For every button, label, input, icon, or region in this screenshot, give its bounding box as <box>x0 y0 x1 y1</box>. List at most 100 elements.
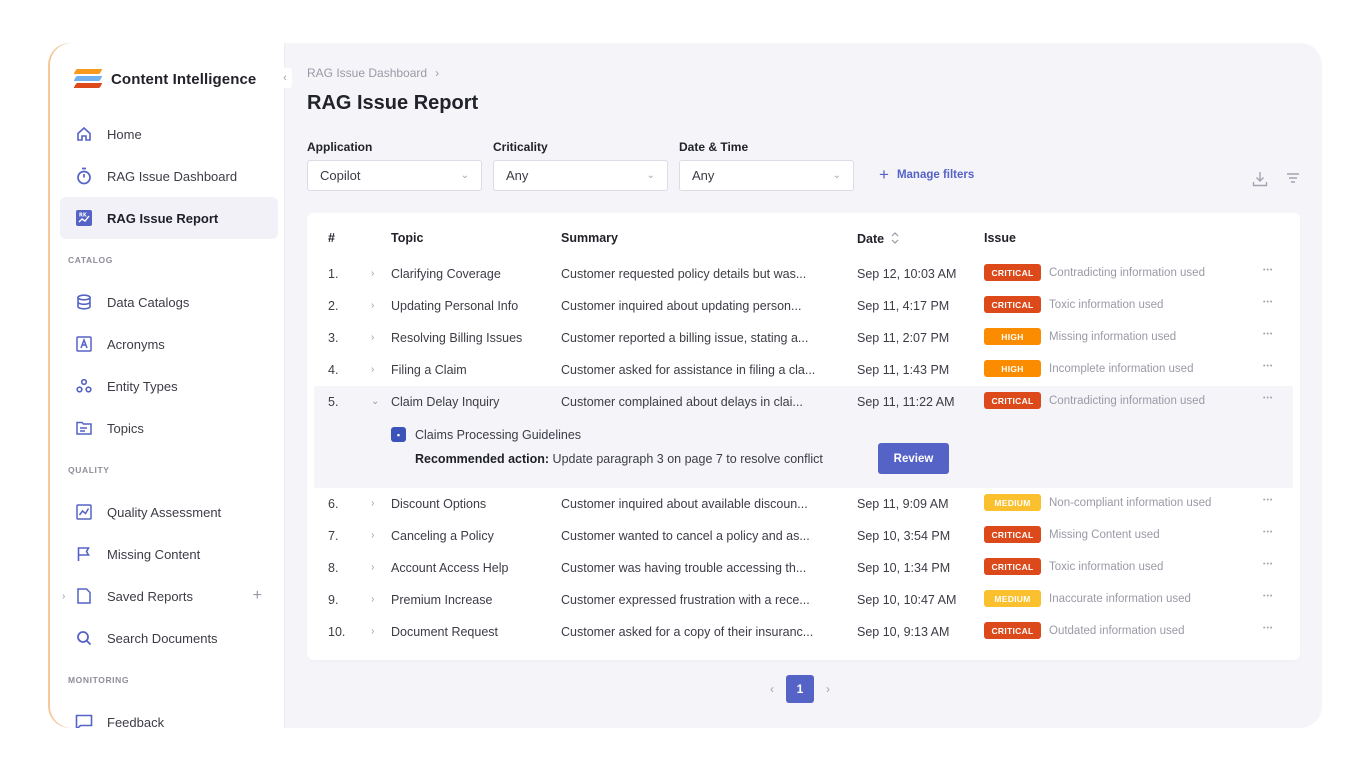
application-select[interactable]: Copilot ⌄ <box>307 160 482 191</box>
chevron-right-icon[interactable]: › <box>371 498 374 509</box>
row-number: 10. <box>328 625 346 639</box>
row-issue: CRITICAL Toxic information used <box>984 558 1163 575</box>
header-date-label: Date <box>857 232 885 246</box>
sidebar-item-data-catalogs[interactable]: Data Catalogs <box>60 281 278 323</box>
table-row[interactable]: 2. › Updating Personal Info Customer inquir… <box>314 290 1293 322</box>
header-issue: Issue <box>984 231 1016 245</box>
sort-icon[interactable] <box>1286 171 1300 192</box>
sidebar: Content Intelligence Home RAG Issue Dash… <box>50 43 285 728</box>
manage-filters-button[interactable]: + Manage filters <box>879 165 974 185</box>
previous-page-button[interactable]: ‹ <box>770 682 774 696</box>
severity-badge: CRITICAL <box>984 526 1041 543</box>
sort-toggle-icon <box>891 232 899 244</box>
chevron-right-icon[interactable]: › <box>371 626 374 637</box>
row-topic: Document Request <box>391 625 499 639</box>
table-row[interactable]: 10. › Document Request Customer asked for a… <box>314 616 1293 648</box>
sidebar-item-label: Topics <box>107 420 144 436</box>
issue-description: Outdated information used <box>1049 624 1185 637</box>
document-title: Claims Processing Guidelines <box>415 427 582 442</box>
severity-badge: CRITICAL <box>984 296 1041 313</box>
row-date: Sep 10, 10:47 AM <box>857 593 957 607</box>
section-heading-monitoring: MONITORING <box>68 675 130 685</box>
brand: Content Intelligence <box>73 69 256 89</box>
more-options-icon[interactable]: ••• <box>1263 497 1273 504</box>
chevron-right-icon[interactable]: › <box>62 591 65 602</box>
criticality-select[interactable]: Any ⌄ <box>493 160 668 191</box>
issue-description: Toxic information used <box>1049 298 1164 311</box>
issue-description: Non-compliant information used <box>1049 496 1212 509</box>
more-options-icon[interactable]: ••• <box>1263 625 1273 632</box>
select-value: Copilot <box>320 168 361 183</box>
table-row[interactable]: 5. ⌄ Claim Delay Inquiry Customer complaine… <box>314 386 1293 488</box>
filter-application: Application Copilot ⌄ <box>307 140 482 191</box>
chevron-right-icon[interactable]: › <box>371 332 374 343</box>
severity-badge: MEDIUM <box>984 494 1041 511</box>
more-options-icon[interactable]: ••• <box>1263 299 1273 306</box>
more-options-icon[interactable]: ••• <box>1263 267 1273 274</box>
row-issue: MEDIUM Inaccurate information used <box>984 590 1191 607</box>
collapse-sidebar-button[interactable]: ‹ <box>278 68 292 88</box>
add-report-icon[interactable]: + <box>253 587 262 605</box>
sidebar-item-rag-issue-dashboard[interactable]: RAG Issue Dashboard <box>60 155 278 197</box>
chevron-right-icon[interactable]: › <box>371 268 374 279</box>
row-topic: Discount Options <box>391 497 487 511</box>
more-options-icon[interactable]: ••• <box>1263 593 1273 600</box>
row-issue: MEDIUM Non-compliant information used <box>984 494 1211 511</box>
filter-bar: Application Copilot ⌄ Criticality Any ⌄ … <box>307 140 974 191</box>
header-number: # <box>328 231 335 245</box>
row-summary: Customer was having trouble accessing th… <box>561 561 807 575</box>
table-row[interactable]: 9. › Premium Increase Customer expressed fr… <box>314 584 1293 616</box>
table-row[interactable]: 3. › Resolving Billing Issues Customer repo… <box>314 322 1293 354</box>
sidebar-item-entity-types[interactable]: Entity Types <box>60 365 278 407</box>
select-value: Any <box>506 168 529 183</box>
chevron-right-icon[interactable]: › <box>371 300 374 311</box>
sidebar-item-label: Saved Reports <box>107 588 193 604</box>
document-icon: ▪ <box>391 427 406 442</box>
issue-description: Contradicting information used <box>1049 266 1205 279</box>
page-title: RAG Issue Report <box>307 92 479 114</box>
sidebar-item-rag-issue-report[interactable]: RK RAG Issue Report <box>60 197 278 239</box>
table-row[interactable]: 1. › Clarifying Coverage Customer requested… <box>314 258 1293 290</box>
next-page-button[interactable]: › <box>826 682 830 696</box>
more-options-icon[interactable]: ••• <box>1263 331 1273 338</box>
breadcrumb-link[interactable]: RAG Issue Dashboard <box>307 66 427 80</box>
header-date[interactable]: Date <box>857 231 900 246</box>
sidebar-item-saved-reports[interactable]: › Saved Reports + <box>60 575 278 617</box>
download-icon[interactable] <box>1252 171 1268 192</box>
issues-table: # Topic Summary Date Issue 1. › Clarifying… <box>307 213 1300 660</box>
sidebar-item-missing-content[interactable]: Missing Content <box>60 533 278 575</box>
row-summary: Customer reported a billing issue, stati… <box>561 331 809 345</box>
table-row[interactable]: 6. › Discount Options Customer inquired abo… <box>314 488 1293 520</box>
table-row[interactable]: 7. › Canceling a Policy Customer wanted to … <box>314 520 1293 552</box>
current-page-button[interactable]: 1 <box>786 675 814 703</box>
row-date: Sep 11, 4:17 PM <box>857 299 950 313</box>
row-number: 1. <box>328 267 339 281</box>
more-options-icon[interactable]: ••• <box>1263 529 1273 536</box>
row-topic: Account Access Help <box>391 561 509 575</box>
row-number: 6. <box>328 497 339 511</box>
source-document[interactable]: ▪ Claims Processing Guidelines <box>391 427 581 442</box>
sidebar-item-home[interactable]: Home <box>60 113 278 155</box>
review-button[interactable]: Review <box>878 443 949 474</box>
more-options-icon[interactable]: ••• <box>1263 561 1273 568</box>
report-icon: RK <box>75 209 93 227</box>
row-summary: Customer asked for a copy of their insur… <box>561 625 814 639</box>
row-summary: Customer inquired about updating person.… <box>561 299 802 313</box>
sidebar-item-label: Acronyms <box>107 336 165 352</box>
chevron-right-icon[interactable]: › <box>371 562 374 573</box>
sidebar-item-topics[interactable]: Topics <box>60 407 278 449</box>
table-row[interactable]: 4. › Filing a Claim Customer asked for assi… <box>314 354 1293 386</box>
chevron-right-icon[interactable]: › <box>371 594 374 605</box>
date-time-select[interactable]: Any ⌄ <box>679 160 854 191</box>
more-options-icon[interactable]: ••• <box>1263 363 1273 370</box>
sidebar-item-quality-assessment[interactable]: Quality Assessment <box>60 491 278 533</box>
sidebar-item-search-documents[interactable]: Search Documents <box>60 617 278 659</box>
header-summary: Summary <box>561 231 618 245</box>
chevron-down-icon[interactable]: ⌄ <box>371 396 379 407</box>
chevron-right-icon[interactable]: › <box>371 364 374 375</box>
more-options-icon[interactable]: ••• <box>1263 395 1273 402</box>
table-row[interactable]: 8. › Account Access Help Customer was havin… <box>314 552 1293 584</box>
sidebar-item-feedback[interactable]: Feedback <box>60 701 278 728</box>
chevron-right-icon[interactable]: › <box>371 530 374 541</box>
sidebar-item-acronyms[interactable]: Acronyms <box>60 323 278 365</box>
